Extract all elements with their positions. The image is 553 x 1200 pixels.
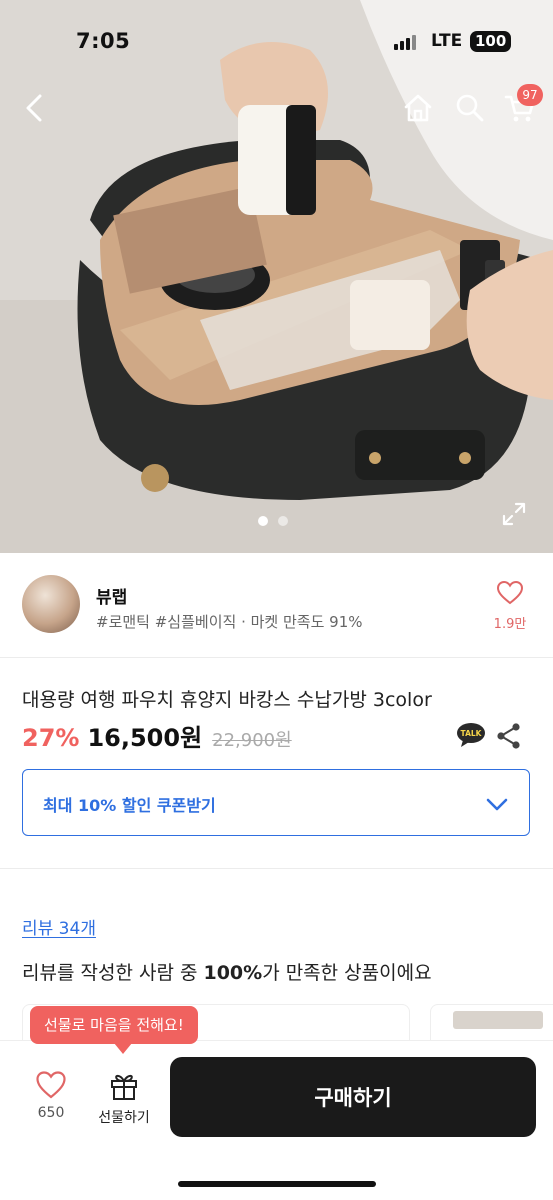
expand-image-button[interactable] [500,500,528,528]
coupon-label: 최대 10% 할인 쿠폰받기 [43,796,216,815]
review-count-link[interactable]: 리뷰 34개 [22,914,96,939]
seller-name[interactable]: 뷰랩 [96,583,127,608]
carousel-dot[interactable] [278,516,288,526]
original-price: 22,900원 [212,730,292,751]
gift-tooltip[interactable]: 선물로 마음을 전해요! [30,1006,198,1044]
review-summary-suffix: 가 만족한 상품이에요 [262,962,432,984]
section-divider [0,868,553,869]
seller-tags: #로맨틱 #심플베이직 · 마켓 만족도 91% [96,613,363,631]
signal-icon [394,34,418,50]
home-indicator [178,1181,376,1187]
carousel-dots [258,516,288,526]
battery-tip [507,38,510,45]
coupon-button[interactable]: 최대 10% 할인 쿠폰받기 [22,769,530,836]
heart-icon [496,580,524,605]
search-button[interactable] [450,88,490,128]
gift-tooltip-arrow [114,1043,132,1054]
bottom-action-bar: 650 선물하기 구매하기 [0,1040,553,1200]
seller-avatar[interactable] [22,575,80,633]
review-thumbnail [453,1011,543,1029]
search-icon [456,94,484,122]
battery-icon: 100 [470,31,512,52]
price-row: 27% 16,500원 22,900원 [22,718,292,752]
network-label: LTE [431,31,463,51]
buy-button[interactable]: 구매하기 [170,1057,536,1137]
home-button[interactable] [398,88,438,128]
gift-label: 선물하기 [98,1110,150,1126]
status-time: 7:05 [76,29,131,53]
wishlist-count: 650 [37,1105,65,1121]
share-button[interactable] [496,722,522,750]
review-summary-percent: 100% [203,962,263,984]
status-bar: 7:05 LTE 100 [0,0,553,84]
svg-text:TALK: TALK [461,729,483,738]
share-icon [497,723,520,749]
wishlist-button[interactable]: 650 [26,1071,76,1121]
cart-count-badge: 97 [517,84,543,106]
home-icon [404,94,432,122]
chevron-down-icon [486,798,508,811]
carousel-dot-active[interactable] [258,516,268,526]
talk-button[interactable]: TALK [456,722,486,748]
expand-icon [502,502,526,526]
seller-like-count: 1.9만 [493,617,527,632]
product-title: 대용량 여행 파우치 휴양지 바캉스 수납가방 3color [22,689,432,711]
discount-rate: 27% [22,724,80,752]
review-summary: 리뷰를 작성한 사람 중 100%가 만족한 상품이에요 [22,958,432,985]
heart-icon [36,1071,66,1099]
back-arrow-icon [26,94,42,122]
back-button[interactable] [14,86,54,130]
gift-icon [111,1074,137,1100]
review-summary-prefix: 리뷰를 작성한 사람 중 [22,962,204,984]
gift-button[interactable]: 선물하기 [88,1071,160,1127]
sale-price: 16,500원 [87,724,203,752]
talk-icon: TALK [457,723,485,747]
seller-like-button[interactable]: 1.9만 [488,580,532,632]
product-image-carousel[interactable]: 7:05 LTE 100 97 [0,0,553,553]
seller-section: 뷰랩 #로맨틱 #심플베이직 · 마켓 만족도 91% 1.9만 [0,553,553,658]
